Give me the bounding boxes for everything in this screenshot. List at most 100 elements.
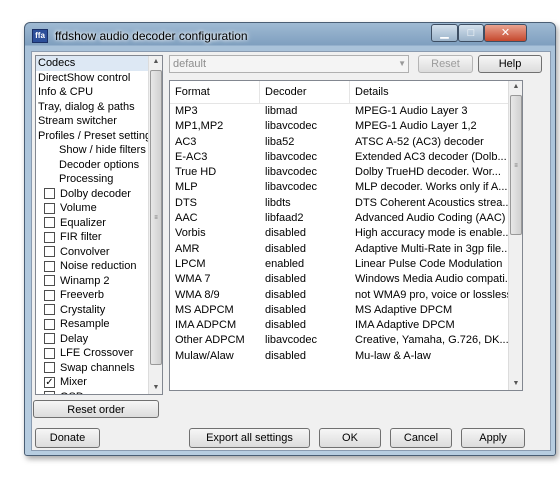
filter-checkbox[interactable]	[44, 391, 55, 394]
decoder-cell[interactable]: libavcodec	[260, 180, 350, 195]
table-row[interactable]: MLP libavcodec MLP decoder. Works only if …	[170, 180, 510, 195]
title-bar[interactable]: ffa ffdshow audio decoder configuration …	[25, 23, 555, 49]
table-row[interactable]: Other ADPCM libavcodec Creative, Yamaha, G…	[170, 333, 510, 348]
ok-button[interactable]: OK	[319, 428, 381, 448]
reset-preset-button[interactable]: Reset	[418, 55, 473, 73]
codec-table-scrollbar[interactable]: ▲ ≡ ▼	[508, 81, 522, 390]
table-row[interactable]: AC3 liba52 ATSC A-52 (AC3) decoder	[170, 135, 510, 150]
tree-item[interactable]: Volume	[36, 201, 149, 216]
filter-checkbox[interactable]	[44, 347, 55, 359]
decoder-cell[interactable]: disabled	[260, 272, 350, 287]
tree-item[interactable]: LFE Crossover	[36, 346, 149, 361]
decoder-cell[interactable]: disabled	[260, 349, 350, 364]
decoder-cell[interactable]: libfaad2	[260, 211, 350, 226]
filter-checkbox[interactable]: ✓	[44, 376, 55, 388]
tree-item[interactable]: Codecs	[36, 56, 149, 71]
export-all-settings-button[interactable]: Export all settings	[189, 428, 310, 448]
table-row[interactable]: MP3 libmad MPEG-1 Audio Layer 3	[170, 104, 510, 119]
table-row[interactable]: LPCM enabled Linear Pulse Code Modulation	[170, 257, 510, 272]
close-button[interactable]: ✕	[484, 24, 527, 42]
table-row[interactable]: AMR disabled Adaptive Multi-Rate in 3gp fi…	[170, 242, 510, 257]
column-header-decoder[interactable]: Decoder	[260, 81, 350, 103]
tree-item[interactable]: Tray, dialog & paths	[36, 100, 149, 115]
decoder-cell[interactable]: enabled	[260, 257, 350, 272]
decoder-cell[interactable]: libavcodec	[260, 165, 350, 180]
filter-checkbox[interactable]	[44, 246, 55, 258]
minimize-button[interactable]: ▁	[431, 24, 458, 42]
tree-item[interactable]: Equalizer	[36, 216, 149, 231]
decoder-cell[interactable]: disabled	[260, 242, 350, 257]
tree-item[interactable]: DirectShow control	[36, 71, 149, 86]
table-row[interactable]: Vorbis disabled High accuracy mode is enab…	[170, 226, 510, 241]
help-button[interactable]: Help	[478, 55, 542, 73]
filter-checkbox[interactable]	[44, 304, 55, 316]
decoder-cell[interactable]: disabled	[260, 226, 350, 241]
tree-item[interactable]: ✓ Mixer	[36, 375, 149, 390]
chevron-down-icon[interactable]: ▼	[398, 56, 406, 72]
table-row[interactable]: WMA 8/9 disabled not WMA9 pro, voice or lo…	[170, 288, 510, 303]
tree-item[interactable]: Info & CPU	[36, 85, 149, 100]
tree-item[interactable]: Convolver	[36, 245, 149, 260]
filter-checkbox[interactable]	[44, 275, 55, 287]
filter-checkbox[interactable]	[44, 289, 55, 301]
filter-checkbox[interactable]	[44, 231, 55, 243]
tree-item[interactable]: Processing	[36, 172, 149, 187]
decoder-cell[interactable]: libmad	[260, 104, 350, 119]
decoder-cell[interactable]: libavcodec	[260, 333, 350, 348]
filter-checkbox[interactable]	[44, 333, 55, 345]
decoder-cell[interactable]: libavcodec	[260, 119, 350, 134]
filter-checkbox[interactable]	[44, 188, 55, 200]
filter-checkbox[interactable]	[44, 202, 55, 214]
cancel-button[interactable]: Cancel	[390, 428, 452, 448]
tree-item[interactable]: Delay	[36, 332, 149, 347]
maximize-button[interactable]: □	[458, 24, 484, 42]
table-row[interactable]: DTS libdts DTS Coherent Acoustics strea...	[170, 196, 510, 211]
tree-item[interactable]: Dolby decoder	[36, 187, 149, 202]
tree-item[interactable]: Resample	[36, 317, 149, 332]
decoder-cell[interactable]: liba52	[260, 135, 350, 150]
tree-item[interactable]: Profiles / Preset settings	[36, 129, 149, 144]
decoder-cell[interactable]: disabled	[260, 303, 350, 318]
tree-item[interactable]: OSD	[36, 390, 149, 394]
table-row[interactable]: WMA 7 disabled Windows Media Audio compati…	[170, 272, 510, 287]
preset-select[interactable]: default ▼	[169, 55, 409, 73]
tree-item[interactable]: FIR filter	[36, 230, 149, 245]
reset-order-button[interactable]: Reset order	[33, 400, 159, 418]
table-row[interactable]: MS ADPCM disabled MS Adaptive DPCM	[170, 303, 510, 318]
tree-scroll-thumb[interactable]: ≡	[150, 70, 162, 365]
tree-item[interactable]: Noise reduction	[36, 259, 149, 274]
tree-item[interactable]: Winamp 2	[36, 274, 149, 289]
scroll-down-arrow-icon[interactable]: ▼	[149, 382, 162, 394]
table-row[interactable]: IMA ADPCM disabled IMA Adaptive DPCM	[170, 318, 510, 333]
tree-item[interactable]: Crystality	[36, 303, 149, 318]
donate-button[interactable]: Donate	[35, 428, 100, 448]
scroll-down-arrow-icon[interactable]: ▼	[509, 378, 522, 390]
scroll-up-arrow-icon[interactable]: ▲	[509, 81, 522, 93]
scroll-up-arrow-icon[interactable]: ▲	[149, 56, 162, 68]
tree-item[interactable]: Stream switcher	[36, 114, 149, 129]
decoder-cell[interactable]: disabled	[260, 318, 350, 333]
filter-checkbox[interactable]	[44, 318, 55, 330]
filter-checkbox[interactable]	[44, 260, 55, 272]
table-row[interactable]: Mulaw/Alaw disabled Mu-law & A-law	[170, 349, 510, 364]
tree-item[interactable]: Swap channels	[36, 361, 149, 376]
apply-button[interactable]: Apply	[461, 428, 525, 448]
decoder-cell[interactable]: libdts	[260, 196, 350, 211]
table-row[interactable]: AAC libfaad2 Advanced Audio Coding (AAC)	[170, 211, 510, 226]
table-row[interactable]: MP1,MP2 libavcodec MPEG-1 Audio Layer 1,2	[170, 119, 510, 134]
tree-scrollbar[interactable]: ▲ ≡ ▼	[148, 56, 162, 394]
column-header-details[interactable]: Details	[350, 81, 510, 103]
codec-scroll-thumb[interactable]: ≡	[510, 95, 522, 235]
tree-item[interactable]: Freeverb	[36, 288, 149, 303]
details-cell: Extended AC3 decoder (Dolb...	[355, 150, 507, 163]
table-row[interactable]: E-AC3 libavcodec Extended AC3 decoder (Dol…	[170, 150, 510, 165]
table-row[interactable]: True HD libavcodec Dolby TrueHD decoder. W…	[170, 165, 510, 180]
tree-item[interactable]: Show / hide filters	[36, 143, 149, 158]
decoder-cell[interactable]: disabled	[260, 288, 350, 303]
filter-checkbox[interactable]	[44, 362, 55, 374]
format-cell: MLP	[175, 181, 198, 194]
column-header-format[interactable]: Format	[170, 81, 260, 103]
tree-item[interactable]: Decoder options	[36, 158, 149, 173]
decoder-cell[interactable]: libavcodec	[260, 150, 350, 165]
filter-checkbox[interactable]	[44, 217, 55, 229]
